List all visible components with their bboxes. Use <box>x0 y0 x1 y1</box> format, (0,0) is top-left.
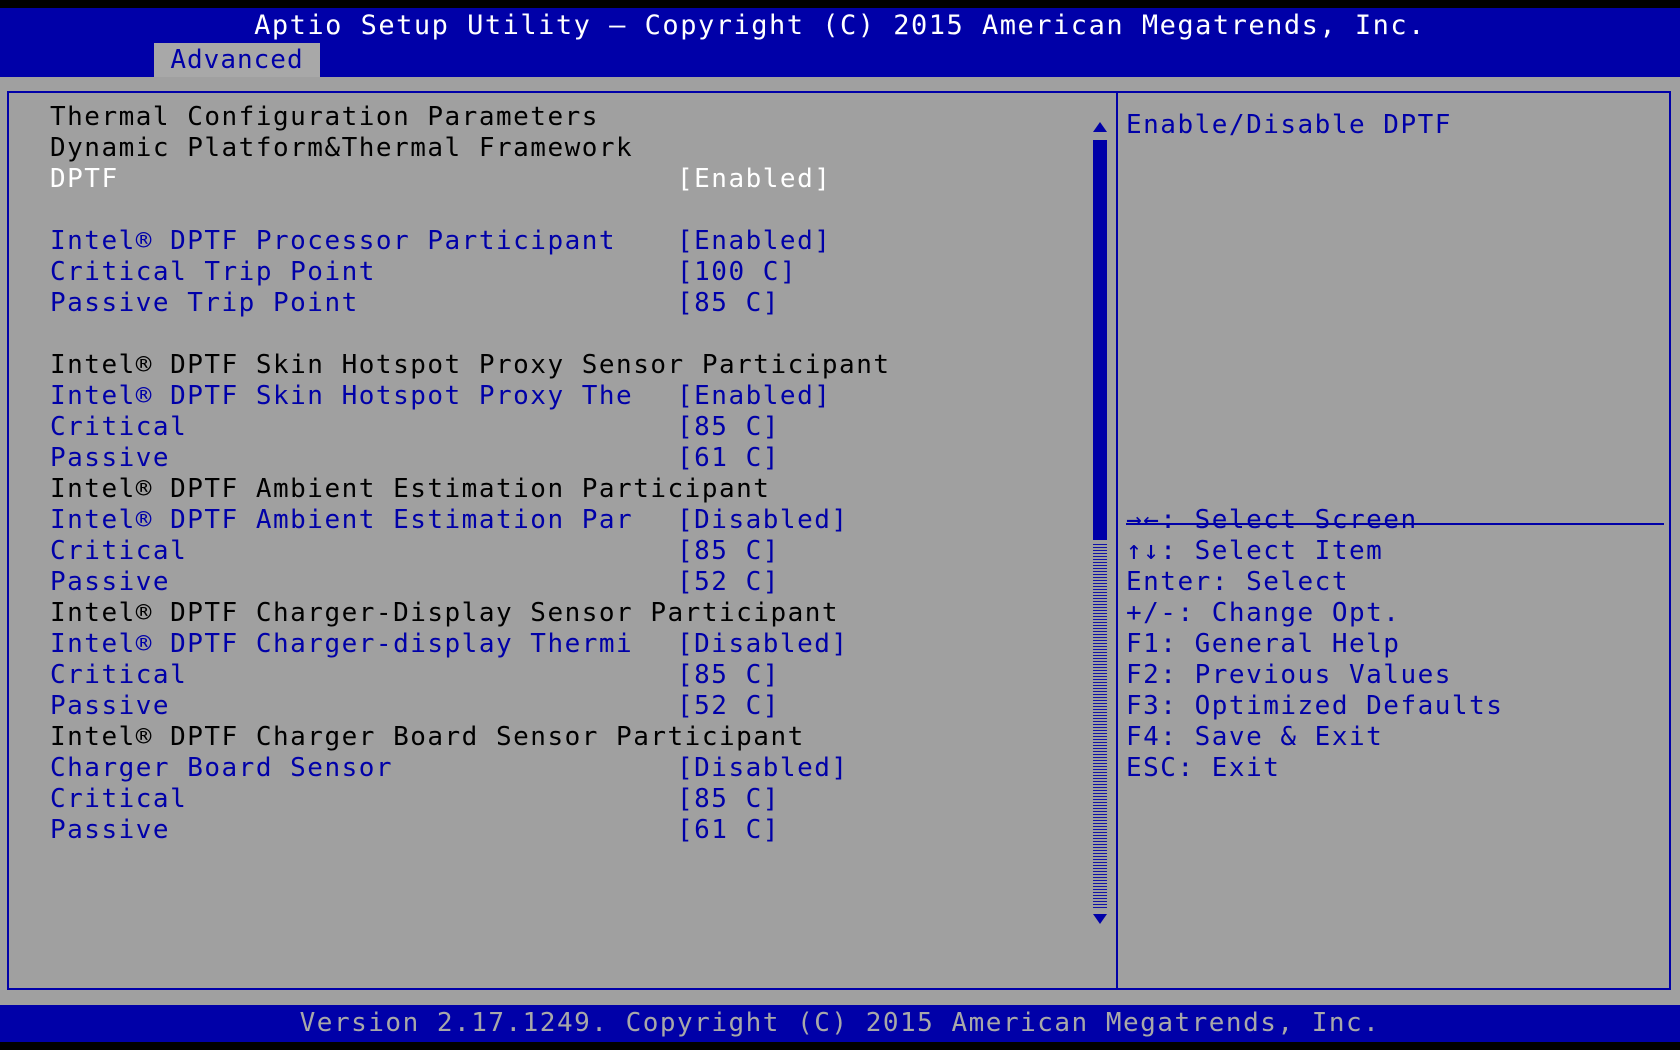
heading-charger-display-participant: Intel® DPTF Charger-Display Sensor Parti… <box>50 597 838 630</box>
heading-label: Intel® DPTF Skin Hotspot Proxy Sensor Pa… <box>50 350 891 380</box>
key-hint-f1: F1: General Help <box>1126 629 1401 659</box>
scrollbar[interactable] <box>1090 118 1110 928</box>
setting-label: Critical <box>50 784 188 814</box>
setting-charger-board-critical[interactable]: Critical [85 C] <box>50 783 778 816</box>
header-bar: Aptio Setup Utility – Copyright (C) 2015… <box>0 0 1680 77</box>
bios-screen: Aptio Setup Utility – Copyright (C) 2015… <box>0 0 1680 1050</box>
setting-label: Critical <box>50 660 188 690</box>
header-top-strip <box>0 0 1680 8</box>
setting-skin-hotspot-sensor[interactable]: Intel® DPTF Skin Hotspot Proxy The [Enab… <box>50 380 830 413</box>
setting-label: Critical <box>50 412 188 442</box>
setting-value[interactable]: [85 C] <box>677 535 780 568</box>
setting-ambient-critical[interactable]: Critical [85 C] <box>50 535 778 568</box>
section-title-label: Thermal Configuration Parameters <box>50 102 599 132</box>
key-hint-change-opt: +/-: Change Opt. <box>1126 598 1401 628</box>
setting-skin-passive[interactable]: Passive [61 C] <box>50 442 778 475</box>
key-hint-f3: F3: Optimized Defaults <box>1126 691 1504 721</box>
setting-value[interactable]: [52 C] <box>677 690 780 723</box>
setting-charger-board-sensor[interactable]: Charger Board Sensor [Disabled] <box>50 752 847 785</box>
heading-charger-board-participant: Intel® DPTF Charger Board Sensor Partici… <box>50 721 803 754</box>
setting-value[interactable]: [85 C] <box>677 783 780 816</box>
setting-label: Critical <box>50 536 188 566</box>
footer-bottom-strip <box>0 1042 1680 1050</box>
heading-label: Intel® DPTF Charger Board Sensor Partici… <box>50 722 805 752</box>
setting-label: Intel® DPTF Processor Participant <box>50 226 617 256</box>
heading-label: Intel® DPTF Charger-Display Sensor Parti… <box>50 598 840 628</box>
setting-value[interactable]: [Disabled] <box>677 752 849 785</box>
section-title-thermal-configuration: Thermal Configuration Parameters <box>50 101 597 134</box>
heading-ambient-estimation-participant: Intel® DPTF Ambient Estimation Participa… <box>50 473 769 506</box>
setting-label: Intel® DPTF Skin Hotspot Proxy The <box>50 381 634 411</box>
setting-charger-display-passive[interactable]: Passive [52 C] <box>50 690 778 723</box>
setting-skin-critical[interactable]: Critical [85 C] <box>50 411 778 444</box>
help-description: Enable/Disable DPTF <box>1126 110 1452 140</box>
setting-value[interactable]: [52 C] <box>677 566 780 599</box>
setting-value[interactable]: [Disabled] <box>677 628 849 661</box>
setting-value[interactable]: [100 C] <box>677 256 797 289</box>
setting-ambient-estimation-participant[interactable]: Intel® DPTF Ambient Estimation Par [Disa… <box>50 504 847 537</box>
setting-value[interactable]: [Enabled] <box>677 380 831 413</box>
setting-value[interactable]: [85 C] <box>677 411 780 444</box>
setting-label: Passive <box>50 691 171 721</box>
heading-skin-hotspot-participant: Intel® DPTF Skin Hotspot Proxy Sensor Pa… <box>50 349 889 382</box>
setting-value[interactable]: [85 C] <box>677 287 780 320</box>
setting-value[interactable]: [61 C] <box>677 814 780 847</box>
footer-version-text: Version 2.17.1249. Copyright (C) 2015 Am… <box>299 1008 1381 1038</box>
setting-value[interactable]: [Disabled] <box>677 504 849 537</box>
panel-divider <box>1116 91 1118 990</box>
setting-label: Passive <box>50 567 171 597</box>
heading-dynamic-platform-thermal-framework: Dynamic Platform&Thermal Framework <box>50 132 632 165</box>
heading-label: Dynamic Platform&Thermal Framework <box>50 133 634 163</box>
setting-critical-trip-point[interactable]: Critical Trip Point [100 C] <box>50 256 796 289</box>
header-title: Aptio Setup Utility – Copyright (C) 2015… <box>254 10 1426 41</box>
setting-value[interactable]: [61 C] <box>677 442 780 475</box>
setting-dptf[interactable]: DPTF [Enabled] <box>50 163 830 196</box>
scrollbar-thumb[interactable] <box>1093 140 1107 540</box>
setting-ambient-passive[interactable]: Passive [52 C] <box>50 566 778 599</box>
key-hint-enter: Enter: Select <box>1126 567 1349 597</box>
setting-passive-trip-point[interactable]: Passive Trip Point [85 C] <box>50 287 778 320</box>
footer-bar: Version 2.17.1249. Copyright (C) 2015 Am… <box>0 1005 1680 1042</box>
tab-advanced[interactable]: Advanced <box>154 43 320 77</box>
setting-label: Passive <box>50 815 171 845</box>
setting-charger-display-thermistor[interactable]: Intel® DPTF Charger-display Thermi [Disa… <box>50 628 847 661</box>
key-hint-select-item: ↑↓: Select Item <box>1126 536 1384 566</box>
key-hint-esc: ESC: Exit <box>1126 753 1281 783</box>
triangle-down-icon[interactable] <box>1090 910 1110 928</box>
setting-label: DPTF <box>50 164 119 194</box>
setting-processor-participant[interactable]: Intel® DPTF Processor Participant [Enabl… <box>50 225 830 258</box>
setting-value[interactable]: [85 C] <box>677 659 780 692</box>
setting-label: Passive <box>50 443 171 473</box>
setting-charger-display-critical[interactable]: Critical [85 C] <box>50 659 778 692</box>
setting-charger-board-passive[interactable]: Passive [61 C] <box>50 814 778 847</box>
setting-value[interactable]: [Enabled] <box>677 163 831 196</box>
setting-value[interactable]: [Enabled] <box>677 225 831 258</box>
setting-label: Intel® DPTF Charger-display Thermi <box>50 629 634 659</box>
triangle-up-icon[interactable] <box>1090 118 1110 136</box>
setting-label: Critical Trip Point <box>50 257 376 287</box>
scrollbar-track[interactable] <box>1093 542 1107 908</box>
setting-label: Charger Board Sensor <box>50 753 394 783</box>
heading-label: Intel® DPTF Ambient Estimation Participa… <box>50 474 771 504</box>
key-hint-select-screen: →←: Select Screen <box>1126 505 1418 535</box>
setting-label: Passive Trip Point <box>50 288 359 318</box>
setting-label: Intel® DPTF Ambient Estimation Par <box>50 505 634 535</box>
key-hint-f4: F4: Save & Exit <box>1126 722 1384 752</box>
key-hint-f2: F2: Previous Values <box>1126 660 1452 690</box>
